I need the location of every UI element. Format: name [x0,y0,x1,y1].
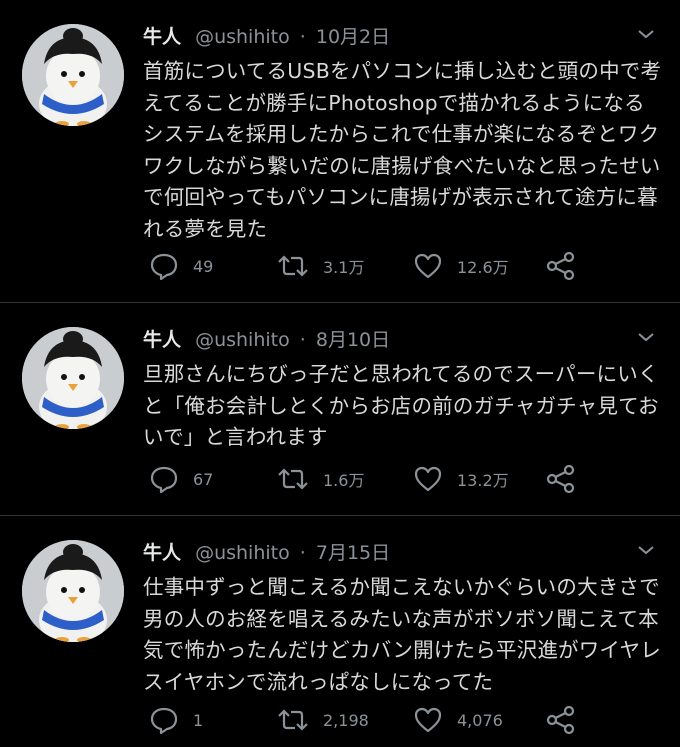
like-count: 4,076 [457,710,503,730]
heart-icon [414,707,442,733]
retweet-count: 3.1万 [323,258,365,277]
retweet-button[interactable]: 2,198 [277,704,369,736]
tweet-header: 牛人 @ushihito · 10月2日 [143,22,390,52]
retweet-icon [278,709,308,731]
tweet-text: 旦那さんにちびっ子だと思われてるのでスーパーにいくと「俺お会計しとくからお店の前… [143,362,659,449]
tweet-date[interactable]: 7月15日 [316,542,390,564]
tweet-header: 牛人 @ushihito · 7月15日 [143,538,390,568]
like-button[interactable]: 12.6万 [413,250,509,282]
share-icon [546,705,575,735]
share-button[interactable] [545,463,577,495]
more-options-button[interactable] [636,327,656,347]
more-options-button[interactable] [636,540,656,560]
reply-count: 49 [193,256,214,276]
share-icon [546,464,575,494]
retweet-icon [278,255,308,277]
heart-icon [414,253,442,279]
tweet-actions: 49 3.1万 12.6万 [143,250,643,282]
retweet-button[interactable]: 1.6万 [277,463,364,495]
retweet-button[interactable]: 3.1万 [277,250,364,282]
chevron-down-icon [638,546,654,555]
like-count: 13.2万 [457,471,509,490]
like-button[interactable]: 13.2万 [413,463,509,495]
display-name[interactable]: 牛人 [143,329,181,351]
like-button[interactable]: 4,076 [413,704,503,736]
avatar[interactable] [22,327,124,429]
avatar[interactable] [22,540,124,642]
chevron-down-icon [638,30,654,39]
penguin-avatar-image [22,327,124,429]
penguin-avatar-image [22,24,124,126]
share-icon [546,251,575,281]
user-handle[interactable]: @ushihito [195,26,290,48]
tweet-actions: 1 2,198 4,076 [143,704,643,736]
tweet-text: 首筋についてるUSBをパソコンに挿し込むと頭の中で考えてることが勝手にPhoto… [143,59,662,241]
reply-icon [150,253,178,281]
like-count: 12.6万 [457,258,509,277]
tweet[interactable]: 牛人 @ushihito · 10月2日 首筋についてるUSBをパソコンに挿し込… [0,0,680,302]
penguin-avatar-image [22,540,124,642]
reply-count: 1 [193,710,204,730]
tweet-date[interactable]: 10月2日 [316,26,390,48]
tweet[interactable]: 牛人 @ushihito · 7月15日 仕事中ずっと聞こえるか聞こえないかぐら… [0,516,680,747]
tweet-text: 仕事中ずっと聞こえるか聞こえないかぐらいの大きさで男の人のお経を唱えるみたいな声… [143,575,661,694]
separator: · [299,542,306,564]
reply-icon [150,707,178,735]
separator: · [299,329,306,351]
tweet-header: 牛人 @ushihito · 8月10日 [143,325,390,355]
avatar[interactable] [22,24,124,126]
reply-icon [150,466,178,494]
user-handle[interactable]: @ushihito [195,329,290,351]
display-name[interactable]: 牛人 [143,542,181,564]
share-button[interactable] [545,250,577,282]
timeline: 牛人 @ushihito · 10月2日 首筋についてるUSBをパソコンに挿し込… [0,0,680,747]
more-options-button[interactable] [636,24,656,44]
heart-icon [414,466,442,492]
retweet-icon [278,468,308,490]
user-handle[interactable]: @ushihito [195,542,290,564]
share-button[interactable] [545,704,577,736]
display-name[interactable]: 牛人 [143,26,181,48]
tweet-actions: 67 1.6万 13.2万 [143,463,643,495]
separator: · [299,26,306,48]
retweet-count: 1.6万 [323,471,365,490]
reply-button[interactable]: 67 [149,463,213,495]
reply-button[interactable]: 1 [149,704,203,736]
tweet-date[interactable]: 8月10日 [316,329,390,351]
retweet-count: 2,198 [323,710,369,730]
tweet[interactable]: 牛人 @ushihito · 8月10日 旦那さんにちびっ子だと思われてるのでス… [0,303,680,515]
reply-button[interactable]: 49 [149,250,213,282]
chevron-down-icon [638,333,654,342]
reply-count: 67 [193,469,214,489]
